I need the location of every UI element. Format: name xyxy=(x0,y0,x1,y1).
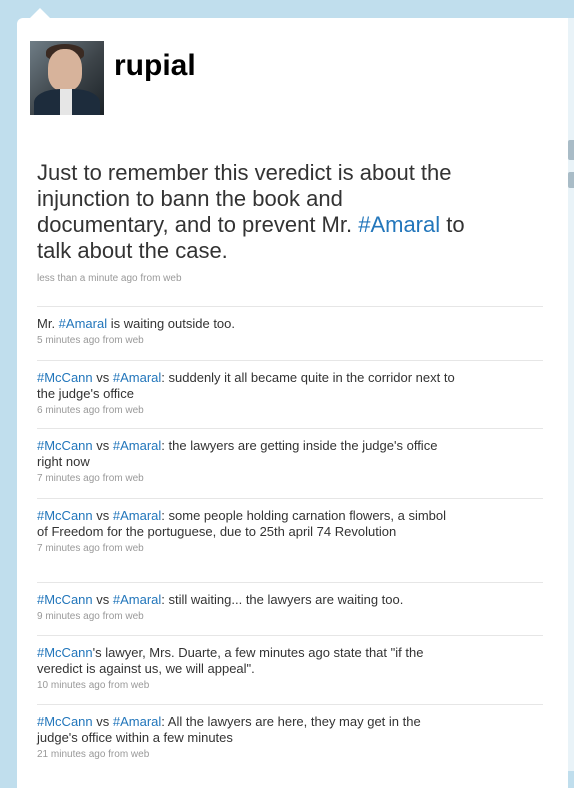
tweet-meta[interactable]: 21 minutes ago from web xyxy=(37,749,457,760)
tweet-meta[interactable]: 6 minutes ago from web xyxy=(37,405,457,416)
tweet-meta[interactable]: 7 minutes ago from web xyxy=(37,543,457,554)
tweet-text: #McCann vs #Amaral: still waiting... the… xyxy=(37,592,457,608)
tweet-text-segment: vs xyxy=(92,370,113,385)
list-item: #McCann vs #Amaral: All the lawyers are … xyxy=(37,714,457,760)
tweet-text-segment: is waiting outside too. xyxy=(107,316,235,331)
hashtag-link[interactable]: #Amaral xyxy=(358,212,440,237)
scroll-tab[interactable] xyxy=(568,140,574,160)
user-photo-avatar[interactable] xyxy=(30,41,104,115)
hashtag-link[interactable]: #Amaral xyxy=(113,370,161,385)
list-item: #McCann's lawyer, Mrs. Duarte, a few min… xyxy=(37,645,457,691)
hashtag-link[interactable]: #McCann xyxy=(37,508,93,523)
tweet-text: Mr. #Amaral is waiting outside too. xyxy=(37,316,457,332)
divider xyxy=(37,582,543,583)
tweet-meta[interactable]: 10 minutes ago from web xyxy=(37,680,457,691)
hashtag-link[interactable]: #Amaral xyxy=(113,508,161,523)
divider xyxy=(37,704,543,705)
status-page-card: rupial Just to remember this veredict is… xyxy=(17,18,568,788)
tweet-text-segment: vs xyxy=(92,592,113,607)
tweet-text: #McCann vs #Amaral: suddenly it all beca… xyxy=(37,370,457,402)
hashtag-link[interactable]: #Amaral xyxy=(113,592,161,607)
hashtag-link[interactable]: #Amaral xyxy=(59,316,107,331)
hashtag-link[interactable]: #Amaral xyxy=(113,438,161,453)
hashtag-link[interactable]: #McCann xyxy=(37,714,93,729)
list-item: #McCann vs #Amaral: suddenly it all beca… xyxy=(37,370,457,416)
divider xyxy=(37,635,543,636)
tweet-meta[interactable]: 5 minutes ago from web xyxy=(37,335,457,346)
screen-name-link[interactable]: rupial xyxy=(114,49,196,83)
hashtag-link[interactable]: #McCann xyxy=(37,438,93,453)
list-item: Mr. #Amaral is waiting outside too. 5 min… xyxy=(37,316,457,346)
divider xyxy=(37,360,543,361)
tweet-text-segment: vs xyxy=(92,714,113,729)
tweet-meta[interactable]: 7 minutes ago from web xyxy=(37,473,457,484)
divider xyxy=(37,428,543,429)
tweet-text-segment: vs xyxy=(92,438,113,453)
avatar-collar xyxy=(60,89,72,115)
tweet-text: #McCann vs #Amaral: the lawyers are gett… xyxy=(37,438,457,470)
divider xyxy=(37,306,543,307)
tweet-text-segment: Mr. xyxy=(37,316,59,331)
hashtag-link[interactable]: #McCann xyxy=(37,370,93,385)
header-pointer-notch xyxy=(30,8,50,18)
tweet-text-segment: vs xyxy=(92,508,113,523)
list-item: #McCann vs #Amaral: the lawyers are gett… xyxy=(37,438,457,484)
main-tweet-text: Just to remember this veredict is about … xyxy=(37,160,477,264)
main-tweet-meta[interactable]: less than a minute ago from web xyxy=(37,273,477,284)
hashtag-link[interactable]: #McCann xyxy=(37,645,93,660)
scroll-tab[interactable] xyxy=(568,172,574,188)
right-edge-strip xyxy=(568,18,574,771)
tweet-text-segment: : still waiting... the lawyers are waiti… xyxy=(161,592,404,607)
tweet-text: #McCann's lawyer, Mrs. Duarte, a few min… xyxy=(37,645,457,677)
avatar-face xyxy=(48,49,82,91)
main-tweet: Just to remember this veredict is about … xyxy=(37,160,477,284)
hashtag-link[interactable]: #Amaral xyxy=(113,714,161,729)
divider xyxy=(37,498,543,499)
tweet-text-segment: 's lawyer, Mrs. Duarte, a few minutes ag… xyxy=(37,645,424,676)
tweet-text: #McCann vs #Amaral: All the lawyers are … xyxy=(37,714,457,746)
tweet-meta[interactable]: 9 minutes ago from web xyxy=(37,611,457,622)
list-item: #McCann vs #Amaral: still waiting... the… xyxy=(37,592,457,622)
list-item: #McCann vs #Amaral: some people holding … xyxy=(37,508,457,554)
hashtag-link[interactable]: #McCann xyxy=(37,592,93,607)
tweet-text: #McCann vs #Amaral: some people holding … xyxy=(37,508,457,540)
